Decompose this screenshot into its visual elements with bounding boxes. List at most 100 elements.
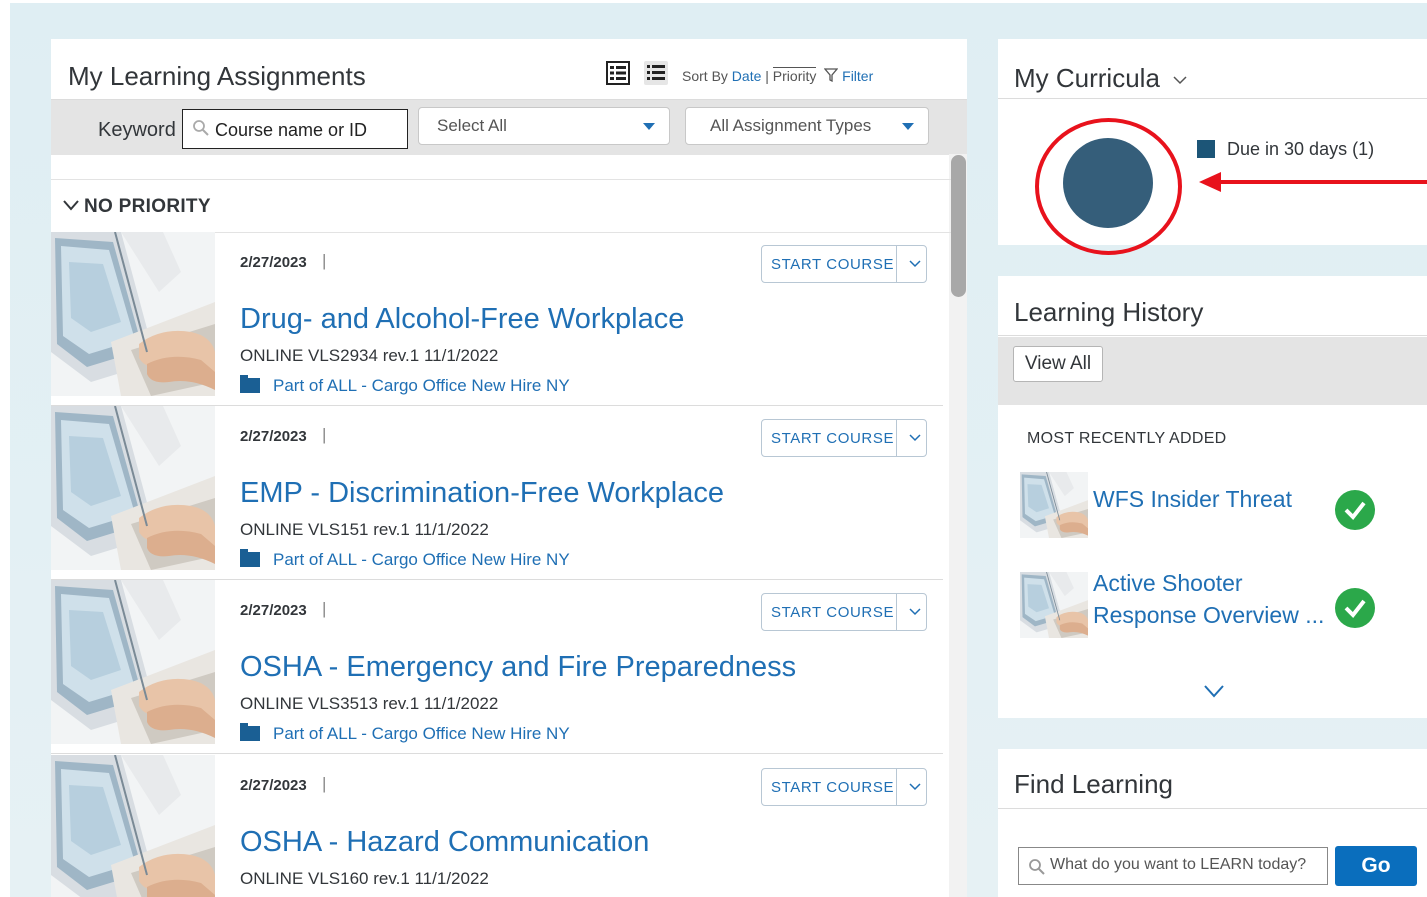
view-all-button[interactable]: View All — [1013, 346, 1103, 382]
course-meta: ONLINE VLS160 rev.1 11/1/2022 — [240, 869, 489, 888]
find-title: Find Learning — [1014, 769, 1173, 799]
course-thumbnail — [51, 232, 215, 396]
date-separator: | — [322, 774, 327, 793]
curriculum-link[interactable]: Part of ALL - Cargo Office New Hire NY — [240, 549, 570, 570]
legend-label: Due in 30 days (1) — [1227, 139, 1375, 159]
sort-controls: Sort By Date | Priority Filter — [682, 67, 873, 84]
start-course-label: START COURSE — [771, 430, 895, 447]
list-view-icon[interactable] — [644, 61, 668, 85]
curricula-panel: My Curricula Due in 30 days (1) — [998, 39, 1427, 255]
curriculum-link[interactable]: Part of ALL - Cargo Office New Hire NY — [240, 723, 570, 744]
course-due-date: 2/27/2023 — [240, 602, 307, 619]
scrollbar-thumb[interactable] — [951, 155, 966, 297]
header-divider — [998, 98, 1427, 99]
learning-assignments-panel: My Learning Assignments Sort By Date | P… — [51, 39, 967, 897]
course-thumbnail — [51, 580, 215, 744]
curriculum-label: Part of ALL - Cargo Office New Hire NY — [273, 376, 570, 395]
header-divider — [998, 808, 1427, 809]
chevron-down-icon[interactable] — [908, 256, 922, 273]
folder-icon — [240, 375, 260, 393]
date-separator: | — [322, 599, 327, 618]
course-due-date: 2/27/2023 — [240, 428, 307, 445]
start-course-label: START COURSE — [771, 604, 895, 621]
sort-date-link[interactable]: Date — [732, 68, 762, 84]
go-button[interactable]: Go — [1335, 846, 1417, 886]
chevron-down-icon[interactable] — [908, 779, 922, 796]
keyword-search-input[interactable]: Course name or ID — [182, 109, 408, 149]
legend-swatch — [1197, 140, 1215, 158]
expand-chevron-icon[interactable] — [1203, 684, 1225, 703]
priority-group-label: NO PRIORITY — [84, 196, 211, 217]
assignment-types-label: All Assignment Types — [710, 116, 872, 135]
chevron-down-icon[interactable] — [908, 604, 922, 621]
keyword-placeholder: Course name or ID — [215, 120, 368, 140]
curriculum-label: Part of ALL - Cargo Office New Hire NY — [273, 724, 570, 743]
start-course-button[interactable]: START COURSE — [761, 419, 927, 457]
start-course-button[interactable]: START COURSE — [761, 245, 927, 283]
folder-icon — [240, 549, 260, 567]
start-course-button[interactable]: START COURSE — [761, 768, 927, 806]
filter-link[interactable]: Filter — [842, 68, 873, 84]
curricula-title[interactable]: My Curricula — [1014, 61, 1187, 94]
find-learning-panel: Find Learning What do you want to LEARN … — [998, 749, 1427, 897]
filter-bar: Keyword Course name or ID Select All All… — [51, 100, 967, 155]
assignments-title: My Learning Assignments — [68, 61, 366, 91]
select-all-dropdown[interactable]: Select All — [418, 107, 670, 145]
course-meta: ONLINE VLS151 rev.1 11/1/2022 — [240, 520, 489, 539]
date-separator: | — [322, 251, 327, 270]
section-label: MOST RECENTLY ADDED — [1027, 430, 1227, 447]
course-title-link[interactable]: EMP - Discrimination-Free Workplace — [240, 477, 724, 510]
assignment-types-dropdown[interactable]: All Assignment Types — [685, 107, 929, 145]
history-toolbar: View All — [998, 337, 1427, 405]
find-placeholder: What do you want to LEARN today? — [1050, 856, 1307, 873]
find-learning-input[interactable]: What do you want to LEARN today? — [1018, 847, 1328, 885]
course-row: 2/27/2023 | START COURSE EMP - Discrimin… — [51, 405, 943, 580]
chevron-down-icon — [1173, 61, 1187, 92]
course-due-date: 2/27/2023 — [240, 777, 307, 794]
history-thumbnail — [1020, 572, 1088, 638]
course-title-link[interactable]: OSHA - Emergency and Fire Preparedness — [240, 651, 796, 684]
chevron-down-icon[interactable] — [908, 430, 922, 447]
curriculum-label: Part of ALL - Cargo Office New Hire NY — [273, 550, 570, 569]
history-item-link[interactable]: WFS Insider Threat — [1093, 483, 1292, 515]
folder-icon — [240, 723, 260, 741]
priority-group-header[interactable]: NO PRIORITY — [51, 179, 951, 233]
keyword-label: Keyword — [98, 119, 176, 141]
search-icon — [192, 119, 210, 142]
completed-check-icon — [1335, 490, 1375, 530]
curriculum-link[interactable]: Part of ALL - Cargo Office New Hire NY — [240, 375, 570, 396]
start-course-label: START COURSE — [771, 256, 895, 273]
course-thumbnail — [51, 755, 215, 897]
caret-down-icon — [643, 123, 655, 130]
detail-view-icon[interactable] — [606, 61, 630, 85]
history-thumbnail — [1020, 472, 1088, 538]
course-meta: ONLINE VLS2934 rev.1 11/1/2022 — [240, 346, 499, 365]
completed-check-icon — [1335, 588, 1375, 628]
sort-priority-link[interactable]: Priority — [772, 67, 817, 84]
course-thumbnail — [51, 406, 215, 570]
course-title-link[interactable]: OSHA - Hazard Communication — [240, 826, 649, 859]
sort-by-label: Sort By — [682, 68, 728, 84]
start-course-button[interactable]: START COURSE — [761, 593, 927, 631]
chevron-down-icon — [63, 198, 79, 216]
search-icon — [1028, 858, 1046, 881]
sort-separator: | — [765, 68, 769, 84]
highlight-arrow-line — [1218, 180, 1427, 184]
curricula-title-text: My Curricula — [1014, 63, 1160, 93]
learning-history-panel: Learning History View All MOST RECENTLY … — [998, 276, 1427, 718]
course-row: 2/27/2023 | START COURSE Drug- and Alcoh… — [51, 231, 943, 406]
course-title-link[interactable]: Drug- and Alcohol-Free Workplace — [240, 303, 684, 336]
select-all-label: Select All — [437, 116, 507, 135]
history-item-link[interactable]: Active Shooter Response Overview ... — [1093, 567, 1324, 631]
course-due-date: 2/27/2023 — [240, 254, 307, 271]
caret-down-icon — [902, 123, 914, 130]
course-row: 2/27/2023 | START COURSE OSHA - Emergenc… — [51, 579, 943, 754]
highlight-circle — [1035, 118, 1182, 255]
filter-icon[interactable] — [823, 68, 842, 84]
history-title: Learning History — [1014, 297, 1204, 327]
course-row: 2/27/2023 | START COURSE OSHA - Hazard C… — [51, 754, 943, 897]
start-course-label: START COURSE — [771, 779, 895, 796]
date-separator: | — [322, 425, 327, 444]
course-meta: ONLINE VLS3513 rev.1 11/1/2022 — [240, 694, 499, 713]
header-divider — [998, 335, 1427, 336]
